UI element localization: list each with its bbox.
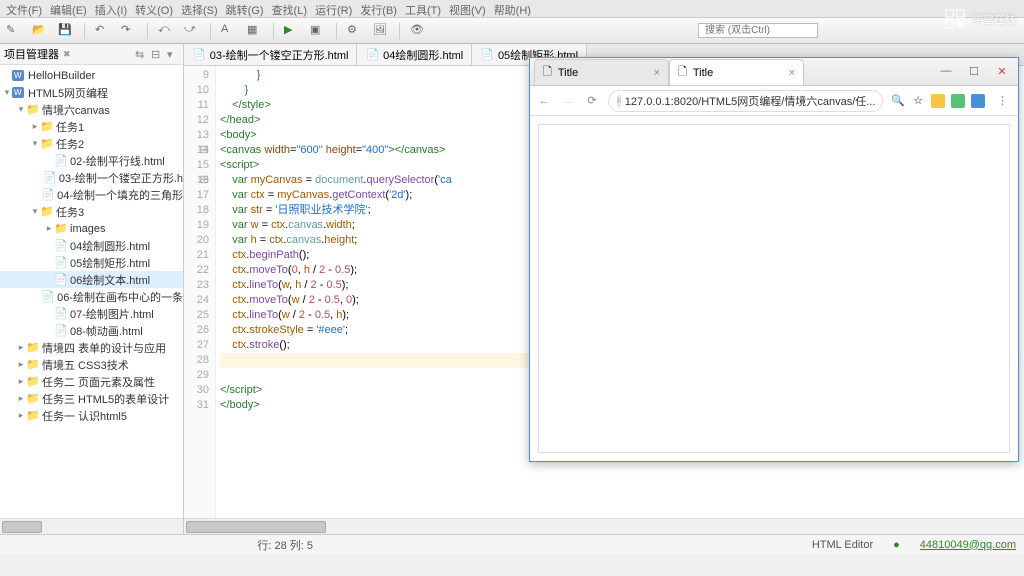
statusbar: 行: 28 列: 5 HTML Editor ● 44810049@qq.com	[0, 534, 1024, 554]
forward-icon[interactable]: →	[560, 95, 576, 107]
minimize-icon[interactable]: —	[934, 65, 958, 81]
menu-item[interactable]: 查找(L)	[272, 2, 307, 15]
new-icon[interactable]: ✎	[6, 23, 22, 39]
watermark: 学堂在线	[944, 8, 1016, 30]
tree-item[interactable]: ▸📁任务1	[0, 118, 183, 135]
view-icon[interactable]: 👁	[410, 23, 426, 39]
tree-item[interactable]: ▸📁任务一 认识html5	[0, 407, 183, 424]
tree-item[interactable]: 📄02-绘制平行线.html	[0, 152, 183, 169]
menu-item[interactable]: 发行(B)	[360, 2, 397, 15]
tree-item[interactable]: ▸📁任务三 HTML5的表单设计	[0, 390, 183, 407]
tree-item[interactable]: 📄03-绘制一个镂空正方形.h	[0, 169, 183, 186]
editor-tab[interactable]: 📄04绘制圆形.html	[357, 44, 472, 65]
layout-icon[interactable]: ▦	[247, 23, 263, 39]
star-icon[interactable]: ☆	[913, 94, 923, 107]
browser-window[interactable]: 🗋 Title × 🗋 Title × — ☐ ✕ ← → ⟳ i 127.0.…	[529, 57, 1019, 462]
tree-item[interactable]: ▸📁情境四 表单的设计与应用	[0, 339, 183, 356]
fwd-icon[interactable]: ↷	[121, 23, 137, 39]
menu-item[interactable]: 跳转(G)	[226, 2, 264, 15]
redo-icon[interactable]: ⤻	[184, 23, 200, 39]
tree-item[interactable]: 📄04绘制圆形.html	[0, 237, 183, 254]
cursor-position: 行: 28 列: 5	[257, 537, 313, 553]
page-icon: 🗋	[543, 63, 552, 82]
ext-icon[interactable]	[931, 94, 945, 108]
tree-item[interactable]: ▾📁情境六canvas	[0, 101, 183, 118]
editor-tab[interactable]: 📄03-绘制一个镂空正方形.html	[184, 44, 357, 65]
menu-item[interactable]: 转义(O)	[135, 2, 173, 15]
main-toolbar: ✎ 📂 💾 ↶ ↷ ⤺ ⤻ A ▦ ▶ ▣ ⚙ 🖼 👁	[0, 18, 1024, 44]
tree-item[interactable]: ▾📁任务2	[0, 135, 183, 152]
panel-title: 项目管理器	[4, 46, 59, 62]
menu-item[interactable]: 编辑(E)	[50, 2, 87, 15]
tree-item[interactable]: 📄08-帧动画.html	[0, 322, 183, 339]
back-icon[interactable]: ←	[536, 95, 552, 107]
user-account[interactable]: 44810049@qq.com	[920, 539, 1016, 551]
link-icon[interactable]: ⇆	[135, 48, 147, 60]
open-icon[interactable]: 📂	[32, 23, 48, 39]
img-icon[interactable]: 🖼	[373, 23, 389, 39]
undo-icon[interactable]: ⤺	[158, 23, 174, 39]
reload-icon[interactable]: ⟳	[584, 94, 600, 107]
browser-tab[interactable]: 🗋 Title ×	[534, 59, 669, 85]
text-icon[interactable]: A	[221, 23, 237, 39]
tree-item[interactable]: 📄06-绘制在画布中心的一条	[0, 288, 183, 305]
page-icon: 🗋	[678, 63, 687, 82]
close-icon[interactable]: ×	[789, 67, 795, 79]
save-icon[interactable]: 💾	[58, 23, 74, 39]
menubar: 文件(F) 编辑(E) 插入(I) 转义(O) 选择(S) 跳转(G) 查找(L) 运行(R)…	[0, 0, 1024, 18]
menu-item[interactable]: 选择(S)	[181, 2, 218, 15]
browser-viewport	[538, 124, 1010, 453]
run-icon[interactable]: ▶	[284, 23, 300, 39]
project-explorer: 项目管理器 ✖ ⇆ ⊟ ▾ WHelloHBuilder▾WHTML5网页编程▾…	[0, 44, 184, 534]
menu-icon[interactable]: ▾	[167, 48, 179, 60]
tree-item[interactable]: WHelloHBuilder	[0, 67, 183, 84]
collapse-icon[interactable]: ⊟	[151, 48, 163, 60]
gear-icon[interactable]: ⚙	[347, 23, 363, 39]
menu-item[interactable]: 文件(F)	[6, 2, 42, 15]
play-icon[interactable]: ▣	[310, 23, 326, 39]
tree-item[interactable]: 📄07-绘制图片.html	[0, 305, 183, 322]
address-bar[interactable]: i 127.0.0.1:8020/HTML5网页编程/情境六canvas/任..…	[608, 90, 883, 112]
ext-icon[interactable]	[951, 94, 965, 108]
tree-item[interactable]: 📄05绘制矩形.html	[0, 254, 183, 271]
menu-icon[interactable]: ⋮	[993, 94, 1012, 107]
tree-item[interactable]: 📄04-绘制一个填充的三角形	[0, 186, 183, 203]
search-icon[interactable]: 🔍	[891, 94, 905, 107]
menu-item[interactable]: 插入(I)	[95, 2, 127, 15]
close-icon[interactable]: ×	[654, 67, 660, 79]
close-window-icon[interactable]: ✕	[990, 65, 1014, 81]
tree-item[interactable]: ▸📁情境五 CSS3技术	[0, 356, 183, 373]
menu-item[interactable]: 运行(R)	[315, 2, 352, 15]
tree-item[interactable]: 📄06绘制文本.html	[0, 271, 183, 288]
menu-item[interactable]: 视图(V)	[449, 2, 486, 15]
info-icon[interactable]: i	[617, 95, 621, 107]
browser-tab-active[interactable]: 🗋 Title ×	[669, 59, 804, 85]
ext-icon[interactable]	[971, 94, 985, 108]
tree-item[interactable]: ▾WHTML5网页编程	[0, 84, 183, 101]
editor-mode: HTML Editor	[812, 539, 873, 551]
file-tree[interactable]: WHelloHBuilder▾WHTML5网页编程▾📁情境六canvas▸📁任务…	[0, 65, 183, 518]
maximize-icon[interactable]: ☐	[962, 65, 986, 81]
tree-item[interactable]: ▾📁任务3	[0, 203, 183, 220]
tree-item[interactable]: ▸📁images	[0, 220, 183, 237]
menu-item[interactable]: 工具(T)	[405, 2, 441, 15]
tree-item[interactable]: ▸📁任务二 页面元素及属性	[0, 373, 183, 390]
menu-item[interactable]: 帮助(H)	[494, 2, 531, 15]
search-input[interactable]	[698, 23, 818, 38]
back-icon[interactable]: ↶	[95, 23, 111, 39]
